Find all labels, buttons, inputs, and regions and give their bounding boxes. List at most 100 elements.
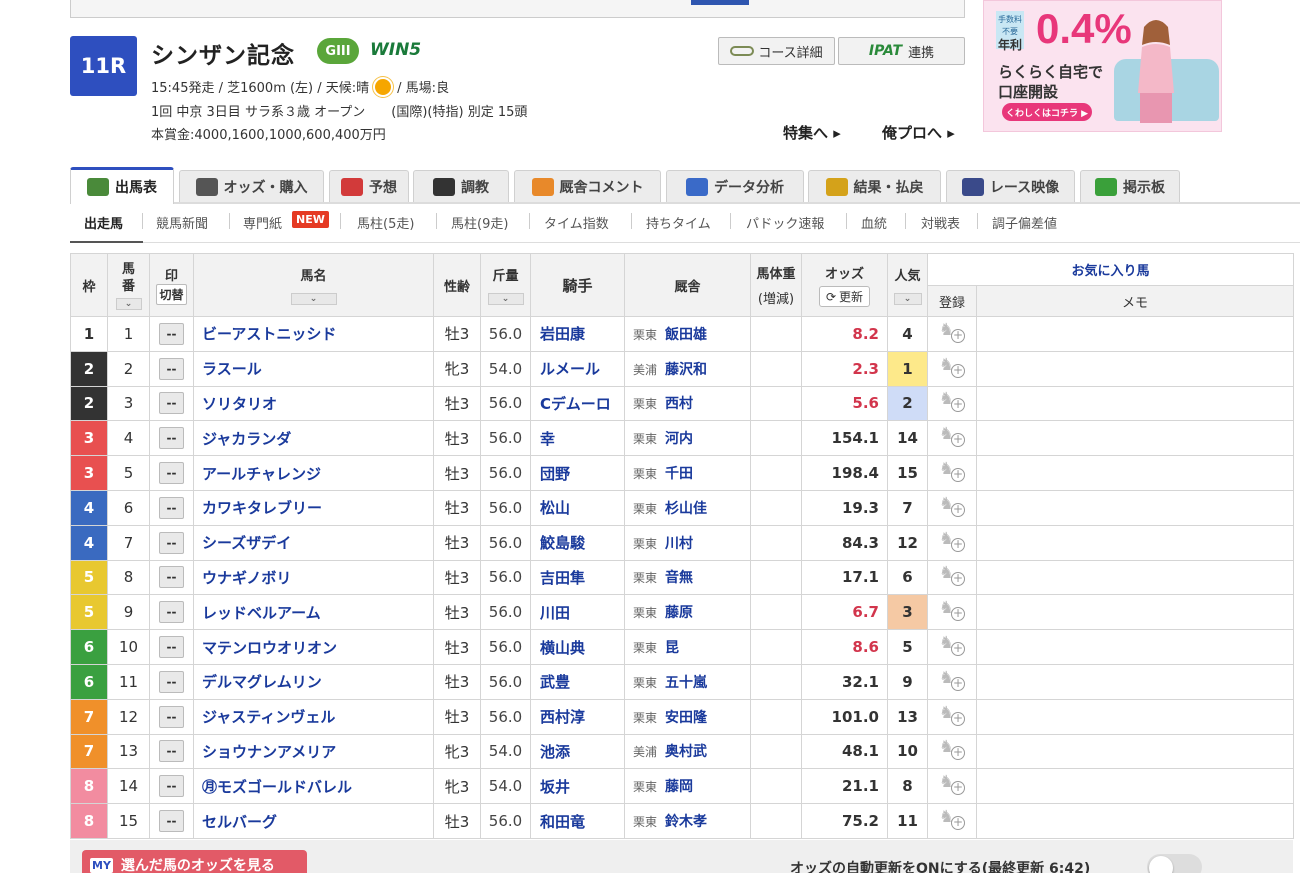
add-favorite-horse-icon[interactable]: ♞ + [939, 807, 965, 831]
trainer-link[interactable]: 奥村武 [665, 744, 707, 760]
subnav-item-1[interactable]: 出走馬 [84, 213, 123, 232]
horse-name-link[interactable]: ウナギノボリ [193, 559, 434, 596]
advertisement-banner[interactable]: 手数料 不要 年利 0.4% らくらく自宅で 口座開設 くわしくはコチラ ▶ [983, 0, 1222, 132]
subnav-item-5[interactable]: 馬柱(9走) [451, 213, 508, 232]
horse-name-link[interactable]: ラスール [193, 350, 434, 387]
add-favorite-horse-icon[interactable]: ♞ + [939, 424, 965, 448]
auto-update-toggle[interactable] [1147, 854, 1202, 873]
jockey-link[interactable]: 川田 [530, 594, 625, 631]
add-favorite-horse-icon[interactable]: ♞ + [939, 737, 965, 761]
feature-link[interactable]: 特集へ ▸ [783, 122, 841, 143]
add-favorite-horse-icon[interactable]: ♞ + [939, 459, 965, 483]
subnav-item-8[interactable]: パドック速報 [746, 213, 824, 232]
subnav-item-7[interactable]: 持ちタイム [646, 213, 711, 232]
horse-name-link[interactable]: ショウナンアメリア [193, 733, 434, 770]
horse-name-link[interactable]: ビーアストニッシド [193, 316, 434, 352]
trainer-link[interactable]: 音無 [665, 570, 693, 586]
header-popularity[interactable]: 人気 ⌄ [887, 253, 928, 317]
view-selected-odds-button[interactable]: MY 選んだ馬のオッズを見る [82, 850, 307, 873]
jockey-link[interactable]: 吉田隼 [530, 559, 625, 596]
mark-button[interactable]: -- [159, 322, 184, 345]
add-favorite-horse-icon[interactable]: ♞ + [939, 389, 965, 413]
ad-cta-button[interactable]: くわしくはコチラ ▶ [1002, 103, 1092, 121]
mark-toggle-button[interactable]: 切替 [156, 284, 187, 305]
horse-name-link[interactable]: ㊊モズゴールドバレル [193, 768, 434, 805]
horse-name-link[interactable]: アールチャレンジ [193, 455, 434, 491]
tab-4[interactable]: 調教 [413, 170, 509, 202]
trainer-link[interactable]: 千田 [665, 466, 693, 482]
trainer-link[interactable]: 飯田雄 [665, 327, 707, 343]
trainer-link[interactable]: 西村 [665, 396, 693, 412]
trainer-link[interactable]: 河内 [665, 431, 693, 447]
add-favorite-horse-icon[interactable]: ♞ + [939, 320, 965, 344]
jockey-link[interactable]: 池添 [530, 733, 625, 770]
tab-5[interactable]: 厩舎コメント [514, 170, 661, 202]
memo-cell[interactable] [975, 733, 1295, 770]
memo-cell[interactable] [975, 316, 1295, 352]
mark-button[interactable]: -- [159, 705, 184, 728]
odds-refresh-button[interactable]: ⟳ 更新 [818, 286, 871, 307]
memo-cell[interactable] [975, 350, 1295, 387]
add-favorite-horse-icon[interactable]: ♞ + [939, 529, 965, 553]
mark-button[interactable]: -- [159, 601, 184, 624]
jockey-link[interactable]: 和田竜 [530, 803, 625, 839]
mark-button[interactable]: -- [159, 462, 184, 485]
jockey-link[interactable]: 幸 [530, 420, 625, 457]
tab-7[interactable]: 結果・払戻 [808, 170, 941, 202]
ipat-link-button[interactable]: IPAT 連携 [838, 37, 965, 65]
subnav-item-10[interactable]: 対戦表 [921, 213, 960, 232]
trainer-link[interactable]: 鈴木孝 [665, 814, 707, 830]
jockey-link[interactable]: 西村淳 [530, 698, 625, 735]
mark-button[interactable]: -- [159, 670, 184, 693]
horse-name-link[interactable]: マテンロウオリオン [193, 629, 434, 665]
mark-button[interactable]: -- [159, 357, 184, 380]
jockey-link[interactable]: Cデムーロ [530, 385, 625, 422]
tab-6[interactable]: データ分析 [666, 170, 804, 202]
horse-name-link[interactable]: ジャカランダ [193, 420, 434, 457]
memo-cell[interactable] [975, 455, 1295, 491]
sort-horse-icon[interactable]: ⌄ [290, 293, 337, 305]
memo-cell[interactable] [975, 524, 1295, 561]
memo-cell[interactable] [975, 559, 1295, 596]
jockey-link[interactable]: 鮫島駿 [530, 524, 625, 561]
memo-cell[interactable] [975, 629, 1295, 665]
tab-1[interactable]: 出馬表 [70, 167, 174, 204]
subnav-item-6[interactable]: タイム指数 [544, 213, 609, 232]
tab-2[interactable]: オッズ・購入 [179, 170, 324, 202]
subnav-item-9[interactable]: 血統 [861, 213, 887, 232]
course-detail-button[interactable]: コース詳細 [718, 37, 835, 65]
jockey-link[interactable]: 団野 [530, 455, 625, 491]
mark-button[interactable]: -- [159, 810, 184, 833]
mark-button[interactable]: -- [159, 740, 184, 763]
pro-link[interactable]: 俺プロへ ▸ [882, 122, 955, 143]
sort-pop-icon[interactable]: ⌄ [893, 293, 922, 305]
header-umaban[interactable]: 馬 番 ⌄ [107, 253, 150, 317]
jockey-link[interactable]: 横山典 [530, 629, 625, 665]
tab-3[interactable]: 予想 [329, 170, 409, 202]
add-favorite-horse-icon[interactable]: ♞ + [939, 563, 965, 587]
trainer-link[interactable]: 安田隆 [665, 710, 707, 726]
horse-name-link[interactable]: ソリタリオ [193, 385, 434, 422]
trainer-link[interactable]: 川村 [665, 536, 693, 552]
mark-button[interactable]: -- [159, 427, 184, 450]
memo-cell[interactable] [975, 385, 1295, 422]
memo-cell[interactable] [975, 489, 1295, 526]
add-favorite-horse-icon[interactable]: ♞ + [939, 494, 965, 518]
header-horse[interactable]: 馬名 ⌄ [193, 253, 434, 317]
mark-button[interactable]: -- [159, 636, 184, 659]
memo-cell[interactable] [975, 803, 1295, 839]
memo-cell[interactable] [975, 768, 1295, 805]
header-weight[interactable]: 斤量 ⌄ [480, 253, 531, 317]
memo-cell[interactable] [975, 698, 1295, 735]
subnav-item-2[interactable]: 競馬新聞 [156, 213, 208, 232]
add-favorite-horse-icon[interactable]: ♞ + [939, 772, 965, 796]
horse-name-link[interactable]: ジャスティンヴェル [193, 698, 434, 735]
memo-cell[interactable] [975, 663, 1295, 700]
add-favorite-horse-icon[interactable]: ♞ + [939, 668, 965, 692]
subnav-item-3[interactable]: 専門紙 [243, 213, 282, 232]
jockey-link[interactable]: ルメール [530, 350, 625, 387]
trainer-link[interactable]: 藤岡 [665, 779, 693, 795]
memo-cell[interactable] [975, 420, 1295, 457]
mark-button[interactable]: -- [159, 496, 184, 519]
horse-name-link[interactable]: デルマグレムリン [193, 663, 434, 700]
